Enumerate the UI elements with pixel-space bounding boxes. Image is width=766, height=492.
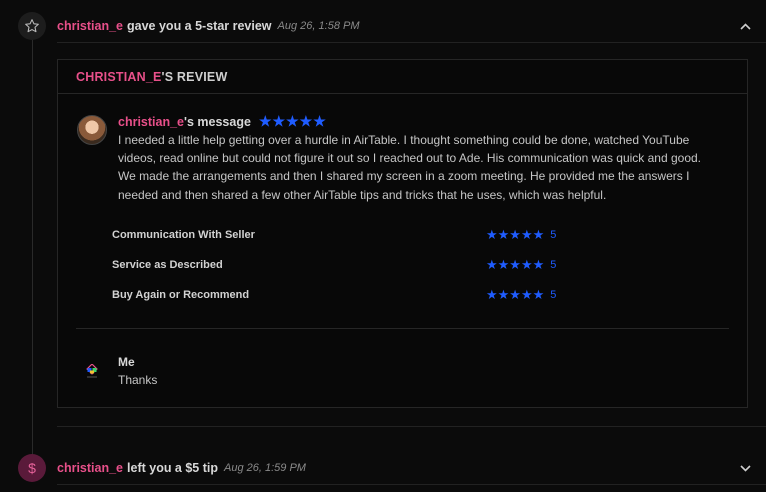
- rating-row-service: Service as Described ★★★★★ 5: [112, 257, 572, 273]
- review-message: I needed a little help getting over a hu…: [118, 133, 702, 202]
- rating-stars: ★★★★★: [486, 257, 545, 272]
- star-icon: [18, 12, 46, 40]
- divider: [57, 484, 766, 485]
- review-title-suffix: 'S REVIEW: [161, 69, 228, 84]
- dollar-icon: $: [18, 454, 46, 482]
- event-username[interactable]: christian_e: [57, 461, 123, 475]
- divider: [57, 426, 766, 427]
- rating-label: Buy Again or Recommend: [112, 289, 250, 301]
- rating-score: 5: [550, 289, 557, 301]
- card-divider: [76, 328, 729, 329]
- event-action: gave you a 5-star review: [127, 19, 272, 33]
- message-label: 's message: [184, 114, 251, 129]
- event-date: Aug 26, 1:59 PM: [224, 462, 306, 474]
- event-username[interactable]: christian_e: [57, 19, 123, 33]
- event-date: Aug 26, 1:58 PM: [277, 20, 360, 32]
- rating-stars: ★★★★★: [486, 227, 545, 242]
- reply-author: Me: [118, 355, 135, 369]
- star-icon: ★: [272, 113, 286, 129]
- message-header: christian_e's message ★ ★ ★ ★ ★: [118, 113, 326, 130]
- rating-label: Communication With Seller: [112, 229, 255, 241]
- seller-logo-icon: [84, 363, 100, 380]
- rating-score: 5: [550, 229, 557, 241]
- chevron-down-icon[interactable]: [738, 461, 752, 475]
- reply-text: Thanks: [118, 373, 158, 387]
- rating-row-communication: Communication With Seller ★★★★★ 5: [112, 227, 572, 243]
- star-icon: ★: [313, 113, 326, 129]
- review-card-title: CHRISTIAN_E 'S REVIEW: [58, 60, 747, 94]
- review-card: CHRISTIAN_E 'S REVIEW christian_e's messa…: [57, 59, 748, 408]
- tip-event-header[interactable]: christian_e left you a $5 tip Aug 26, 1:…: [57, 454, 752, 482]
- avatar[interactable]: [77, 115, 107, 145]
- timeline-line: [32, 40, 33, 460]
- rating-score: 5: [550, 259, 557, 271]
- rating-stars: ★★★★★: [486, 287, 545, 302]
- star-icon: ★: [258, 113, 272, 129]
- divider: [57, 42, 766, 43]
- chevron-up-icon[interactable]: [738, 19, 752, 33]
- event-action: left you a $5 tip: [127, 461, 219, 475]
- message-username[interactable]: christian_e: [118, 115, 184, 129]
- rating-label: Service as Described: [112, 259, 223, 271]
- star-icon: ★: [286, 113, 299, 129]
- rating-row-recommend: Buy Again or Recommend ★★★★★ 5: [112, 287, 572, 303]
- review-title-name: CHRISTIAN_E: [76, 69, 162, 84]
- overall-star-rating: ★ ★ ★ ★ ★: [259, 113, 326, 130]
- review-event-header[interactable]: christian_e gave you a 5-star review Aug…: [57, 12, 752, 40]
- star-icon: ★: [299, 113, 313, 129]
